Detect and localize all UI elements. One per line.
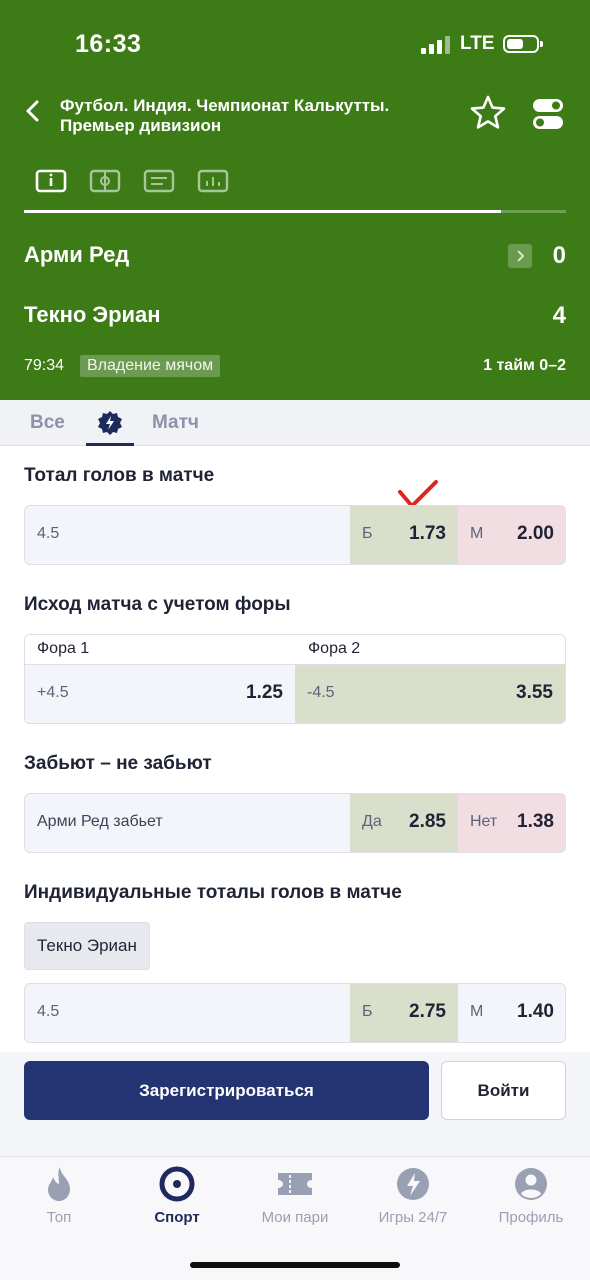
market-individual-title: Индивидуальные тоталы голов в матче: [24, 882, 402, 903]
team1-name: Арми Ред: [24, 242, 130, 267]
network-label: LTE: [460, 33, 495, 54]
signal-icon: [421, 36, 451, 54]
nav-sport[interactable]: Спорт: [118, 1165, 236, 1226]
lightning-icon: [98, 411, 122, 435]
target-icon: [159, 1166, 195, 1202]
score-no-label: Нет: [470, 813, 498, 830]
status-time: 16:33: [75, 30, 142, 58]
star-icon[interactable]: [468, 93, 508, 133]
nav-my-bets[interactable]: Мои пари: [236, 1165, 354, 1226]
team2-score: 4: [552, 302, 566, 329]
handicap1-odd: 1.25: [246, 682, 283, 703]
handicap1-line: +4.5: [37, 684, 69, 701]
score-label: Арми Ред забьет: [37, 813, 163, 830]
individual-under-odd: 1.40: [517, 1001, 554, 1022]
individual-line: 4.5: [37, 1003, 60, 1020]
nav-profile-label: Профиль: [498, 1209, 564, 1226]
nav-games-label: Игры 24/7: [378, 1209, 448, 1226]
market-handicap-box: Фора 1 Фора 2 +4.5 1.25 -4.5 3.55: [24, 634, 566, 724]
individual-under-label: М: [470, 1003, 484, 1020]
total-line: 4.5: [37, 525, 60, 542]
handicap2-button[interactable]: -4.5 3.55: [295, 665, 565, 723]
page-title: Футбол. Индия. Чемпионат Калькутты. Прем…: [60, 96, 390, 135]
ticket-icon: [278, 1173, 312, 1195]
half-score: 1 тайм 0–2: [483, 357, 566, 374]
field-icon[interactable]: [88, 164, 122, 198]
market-tabs: Все Матч: [0, 400, 590, 446]
total-over-label: Б: [362, 525, 373, 542]
score-yes-button[interactable]: Да 2.85: [350, 794, 458, 852]
score-yes-label: Да: [362, 813, 382, 830]
market-score-row: Арми Ред забьет Да 2.85 Нет 1.38: [24, 793, 566, 853]
chevron-right-icon[interactable]: [508, 244, 532, 268]
toggle-settings-icon[interactable]: [532, 97, 564, 131]
handicap1-header: Фора 1: [37, 640, 90, 657]
info-icon[interactable]: [34, 164, 68, 198]
nav-games[interactable]: Игры 24/7: [354, 1165, 472, 1226]
market-score-title: Забьют – не забьют: [24, 753, 212, 774]
market-total-title: Тотал голов в матче: [24, 465, 215, 486]
home-indicator: [190, 1262, 400, 1268]
lightning-icon: [397, 1168, 429, 1200]
total-over-odd: 1.73: [409, 523, 446, 544]
match-progress-fill: [24, 210, 501, 213]
total-under-button[interactable]: М 2.00: [458, 506, 565, 564]
possession-badge: Владение мячом: [80, 355, 221, 377]
match-header: 16:33 LTE Футбол. Индия. Чемпионат Кальк…: [0, 0, 590, 400]
nav-my-bets-label: Мои пари: [261, 1209, 329, 1226]
total-under-odd: 2.00: [517, 523, 554, 544]
register-button[interactable]: Зарегистрироваться: [24, 1061, 429, 1120]
score-no-odd: 1.38: [517, 811, 554, 832]
handicap1-button[interactable]: +4.5 1.25: [25, 665, 295, 723]
flame-icon: [48, 1167, 70, 1201]
nav-top-label: Топ: [46, 1209, 72, 1226]
market-total-row: 4.5 Б 1.73 М 2.00: [24, 505, 566, 565]
team1-score: 0: [552, 242, 566, 269]
total-under-label: М: [470, 525, 484, 542]
login-button[interactable]: Войти: [441, 1061, 566, 1120]
battery-icon: [503, 35, 543, 53]
list-icon[interactable]: [142, 164, 176, 198]
individual-under-button[interactable]: М 1.40: [458, 984, 565, 1042]
market-individual-row: 4.5 Б 2.75 М 1.40: [24, 983, 566, 1043]
score-yes-odd: 2.85: [409, 811, 446, 832]
team2-name: Текно Эриан: [24, 302, 161, 327]
handicap2-header: Фора 2: [308, 640, 361, 657]
handicap2-odd: 3.55: [516, 682, 553, 703]
tab-all[interactable]: Все: [30, 412, 65, 434]
match-progress-bar: [24, 210, 566, 213]
total-over-button[interactable]: Б 1.73: [350, 506, 458, 564]
back-chevron-icon[interactable]: [20, 96, 46, 126]
nav-sport-label: Спорт: [154, 1209, 200, 1226]
individual-over-label: Б: [362, 1003, 373, 1020]
profile-icon: [515, 1168, 547, 1200]
individual-over-button[interactable]: Б 2.75: [350, 984, 458, 1042]
score-no-button[interactable]: Нет 1.38: [458, 794, 565, 852]
handicap-header: Фора 1 Фора 2: [25, 635, 565, 665]
individual-over-odd: 2.75: [409, 1001, 446, 1022]
team-filter-chip[interactable]: Текно Эриан: [24, 922, 150, 970]
nav-top[interactable]: Топ: [0, 1165, 118, 1226]
match-time: 79:34: [24, 357, 65, 374]
stats-icon[interactable]: [196, 164, 230, 198]
nav-profile[interactable]: Профиль: [472, 1165, 590, 1226]
tab-match[interactable]: Матч: [152, 412, 199, 434]
handicap2-line: -4.5: [307, 684, 335, 701]
market-handicap-title: Исход матча с учетом форы: [24, 594, 291, 615]
tab-live[interactable]: [86, 400, 134, 446]
